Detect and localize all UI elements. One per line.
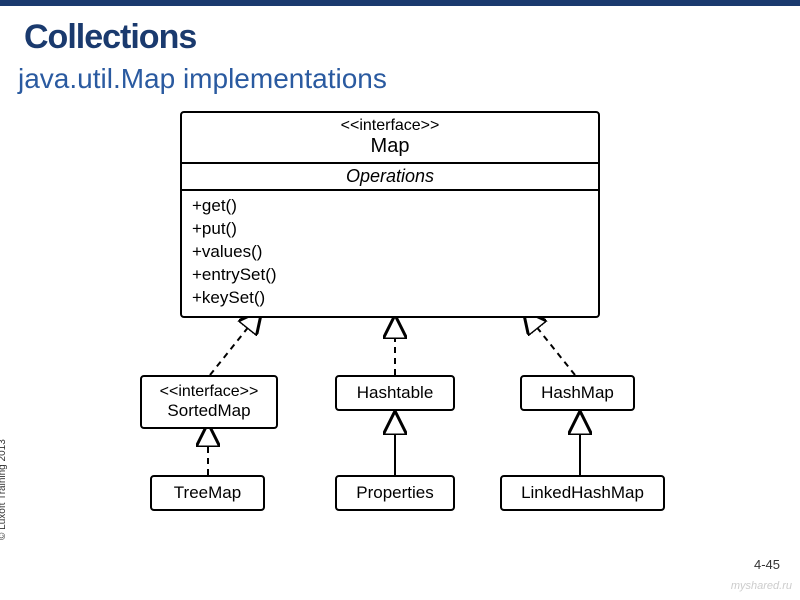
stereotype-label: <<interface>> [190, 117, 590, 135]
op-item: +entrySet() [192, 264, 588, 287]
operations-label: Operations [182, 164, 598, 191]
operations-list: +get() +put() +values() +entrySet() +key… [182, 191, 598, 316]
uml-diagram: Hashtable (solid) --> HashMap (solid) --… [0, 105, 800, 555]
class-name: LinkedHashMap [512, 483, 653, 503]
uml-class-map: <<interface>> Map Operations +get() +put… [180, 111, 600, 318]
uml-class-hashtable: Hashtable [335, 375, 455, 411]
uml-class-sortedmap: <<interface>> SortedMap [140, 375, 278, 429]
class-name: SortedMap [152, 401, 266, 421]
page-subtitle: java.util.Map implementations [0, 57, 800, 95]
page-number: 4-45 [754, 557, 780, 572]
stereotype-label: <<interface>> [152, 383, 266, 401]
class-name: Properties [347, 483, 443, 503]
class-name: HashMap [532, 383, 623, 403]
class-name: TreeMap [162, 483, 253, 503]
uml-class-hashmap: HashMap [520, 375, 635, 411]
uml-class-properties: Properties [335, 475, 455, 511]
op-item: +keySet() [192, 287, 588, 310]
uml-class-treemap: TreeMap [150, 475, 265, 511]
uml-class-linkedhashmap: LinkedHashMap [500, 475, 665, 511]
page-title: Collections [0, 6, 800, 57]
class-name: Map [190, 135, 590, 158]
class-name: Hashtable [347, 383, 443, 403]
op-item: +values() [192, 241, 588, 264]
op-item: +put() [192, 218, 588, 241]
uml-header: <<interface>> Map [182, 113, 598, 164]
copyright-text: © Luxoft Training 2013 [0, 439, 8, 540]
watermark-text: myshared.ru [731, 580, 792, 592]
op-item: +get() [192, 195, 588, 218]
